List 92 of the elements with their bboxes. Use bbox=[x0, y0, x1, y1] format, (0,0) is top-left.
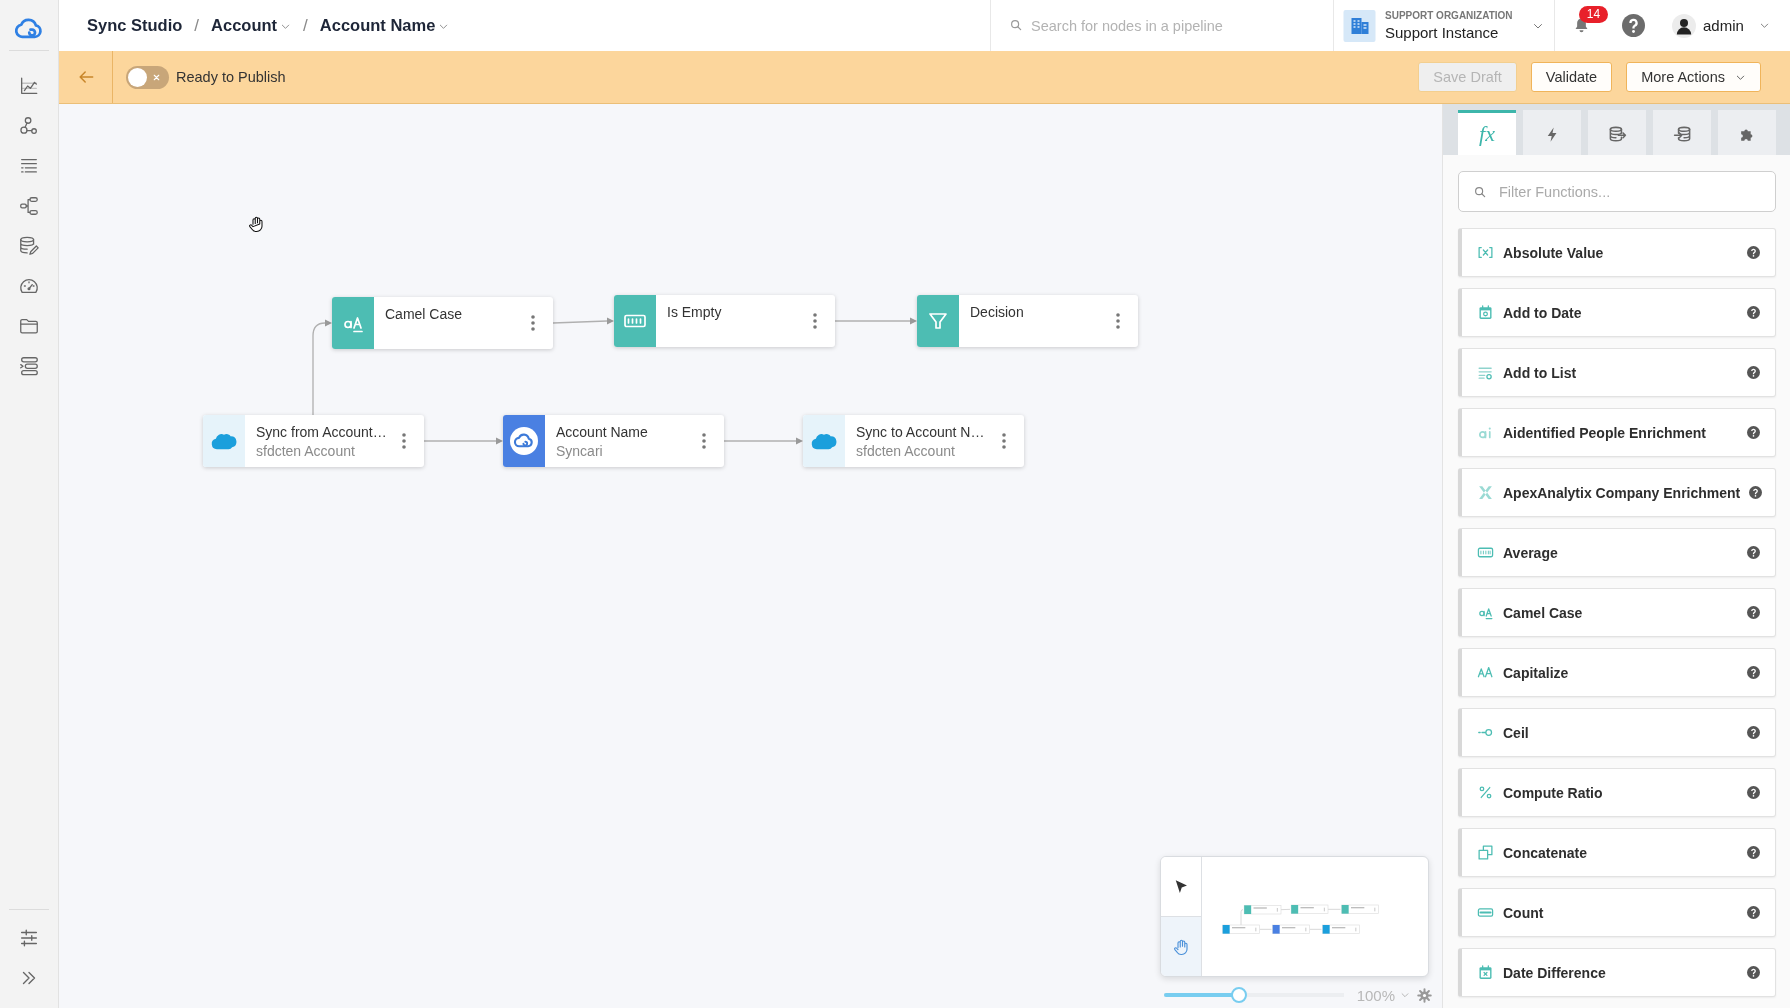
function-item[interactable]: Compute Ratio bbox=[1458, 768, 1776, 817]
node-title: Sync to Account N… bbox=[856, 423, 986, 442]
node-subtitle: sfdcten Account bbox=[256, 442, 356, 460]
function-item[interactable]: Average bbox=[1458, 528, 1776, 577]
function-item[interactable]: ApexAnalytix Company Enrichment bbox=[1458, 468, 1776, 517]
graph-nodes-icon[interactable] bbox=[18, 115, 40, 137]
settings-icon[interactable] bbox=[1417, 987, 1432, 1003]
breadcrumb-item[interactable]: Account Name bbox=[319, 16, 450, 35]
cloud-sync-icon bbox=[510, 427, 538, 455]
bracket-x-icon bbox=[1477, 244, 1494, 261]
toolbar-button[interactable]: Validate bbox=[1530, 62, 1613, 92]
node-subtitle: Syncari bbox=[556, 442, 604, 460]
search-icon bbox=[1009, 18, 1023, 32]
calendar-x-icon bbox=[1477, 964, 1494, 981]
connector-arrow bbox=[552, 317, 614, 325]
search-field[interactable]: Search for nodes in a pipeline bbox=[991, 10, 1333, 41]
more-icon[interactable] bbox=[402, 433, 406, 449]
more-icon[interactable] bbox=[813, 313, 817, 329]
breadcrumb-item[interactable]: Sync Studio bbox=[87, 16, 183, 35]
line-chart-icon[interactable] bbox=[18, 75, 40, 97]
organization-selector[interactable]: SUPPORT ORGANIZATION Support Instance bbox=[1333, 0, 1555, 51]
node-title: Account Name bbox=[556, 423, 649, 442]
pipeline-node[interactable]: Camel Case bbox=[332, 297, 553, 349]
function-item[interactable]: Concatenate bbox=[1458, 828, 1776, 877]
function-item[interactable]: Absolute Value bbox=[1458, 228, 1776, 277]
panel-tab[interactable] bbox=[1718, 110, 1776, 155]
calendar-icon bbox=[1477, 304, 1494, 321]
toggle-label: Ready to Publish bbox=[176, 69, 286, 85]
more-icon[interactable] bbox=[1002, 433, 1006, 449]
function-item[interactable]: Aidentified People Enrichment bbox=[1458, 408, 1776, 457]
help-icon[interactable] bbox=[1747, 426, 1760, 439]
help-icon[interactable] bbox=[1747, 906, 1760, 919]
help-icon[interactable] bbox=[1747, 366, 1760, 379]
zoom-level-text: 100% bbox=[1356, 986, 1395, 1004]
help-icon[interactable] bbox=[1747, 546, 1760, 559]
database-in-icon bbox=[1672, 124, 1692, 144]
building-icon bbox=[1343, 9, 1376, 42]
slider-thumb[interactable] bbox=[1231, 987, 1248, 1003]
pipeline-node[interactable]: Decision bbox=[917, 295, 1138, 347]
help-icon[interactable] bbox=[1747, 786, 1760, 799]
filter-field[interactable]: Filter Functions... bbox=[1458, 171, 1776, 212]
sliders-icon[interactable] bbox=[18, 927, 40, 949]
help-icon[interactable] bbox=[1747, 306, 1760, 319]
function-item[interactable]: Add to Date bbox=[1458, 288, 1776, 337]
more-icon[interactable] bbox=[531, 315, 535, 331]
pipeline-node[interactable]: Account Name Syncari bbox=[503, 415, 724, 467]
hand-icon bbox=[1171, 937, 1190, 956]
stacked-list-icon[interactable] bbox=[18, 355, 40, 377]
panel-tab[interactable] bbox=[1588, 110, 1646, 155]
help-icon[interactable] bbox=[1749, 486, 1763, 499]
cross-icon bbox=[152, 72, 161, 82]
help-icon[interactable] bbox=[1747, 846, 1760, 859]
publish-toggle[interactable] bbox=[126, 65, 169, 89]
function-item[interactable]: Ceil bbox=[1458, 708, 1776, 757]
x-shape-icon bbox=[1477, 484, 1494, 501]
pipeline-node[interactable]: Sync from Account… sfdcten Account bbox=[203, 415, 424, 467]
database-edit-icon[interactable] bbox=[18, 235, 40, 257]
percent-icon bbox=[1477, 784, 1494, 801]
breadcrumb-separator: / bbox=[194, 15, 200, 36]
database-out-icon bbox=[1607, 124, 1627, 144]
toolbar-button[interactable]: More Actions bbox=[1626, 62, 1761, 92]
function-item[interactable]: Date Difference bbox=[1458, 948, 1776, 997]
help-icon[interactable] bbox=[1747, 966, 1760, 979]
node-title: Sync from Account… bbox=[256, 423, 388, 442]
pointer-tool-button[interactable] bbox=[1160, 857, 1201, 916]
node-title: Camel Case bbox=[385, 305, 464, 324]
flow-icon[interactable] bbox=[18, 195, 40, 217]
help-icon[interactable] bbox=[1747, 726, 1760, 739]
node-subtitle: sfdcten Account bbox=[856, 442, 956, 460]
breadcrumb-item[interactable]: Account bbox=[211, 16, 292, 35]
user-menu[interactable]: admin bbox=[1672, 13, 1770, 38]
function-item[interactable]: Capitalize bbox=[1458, 648, 1776, 697]
node-title: Is Empty bbox=[667, 303, 723, 322]
help-icon[interactable] bbox=[1747, 606, 1760, 619]
avatar-icon bbox=[1672, 13, 1696, 38]
node-title: Decision bbox=[970, 303, 1025, 322]
function-item[interactable]: Count bbox=[1458, 888, 1776, 937]
notification-badge: 14 bbox=[1579, 6, 1608, 23]
function-item[interactable]: Camel Case bbox=[1458, 588, 1776, 637]
pipeline-node[interactable]: Sync to Account N… sfdcten Account bbox=[803, 415, 1024, 467]
caret-icon bbox=[1758, 20, 1770, 31]
overlapping-squares-icon bbox=[1477, 844, 1494, 861]
help-icon[interactable] bbox=[1747, 246, 1760, 259]
hand-cursor-icon bbox=[247, 215, 265, 233]
panel-tab[interactable] bbox=[1653, 110, 1711, 155]
pipeline-node[interactable]: Is Empty bbox=[614, 295, 835, 347]
help-icon[interactable] bbox=[1622, 14, 1645, 37]
help-icon[interactable] bbox=[1747, 666, 1760, 679]
more-icon[interactable] bbox=[1116, 313, 1120, 329]
more-icon[interactable] bbox=[702, 433, 706, 449]
function-item[interactable]: Add to List bbox=[1458, 348, 1776, 397]
breadcrumb-separator: / bbox=[303, 15, 308, 36]
